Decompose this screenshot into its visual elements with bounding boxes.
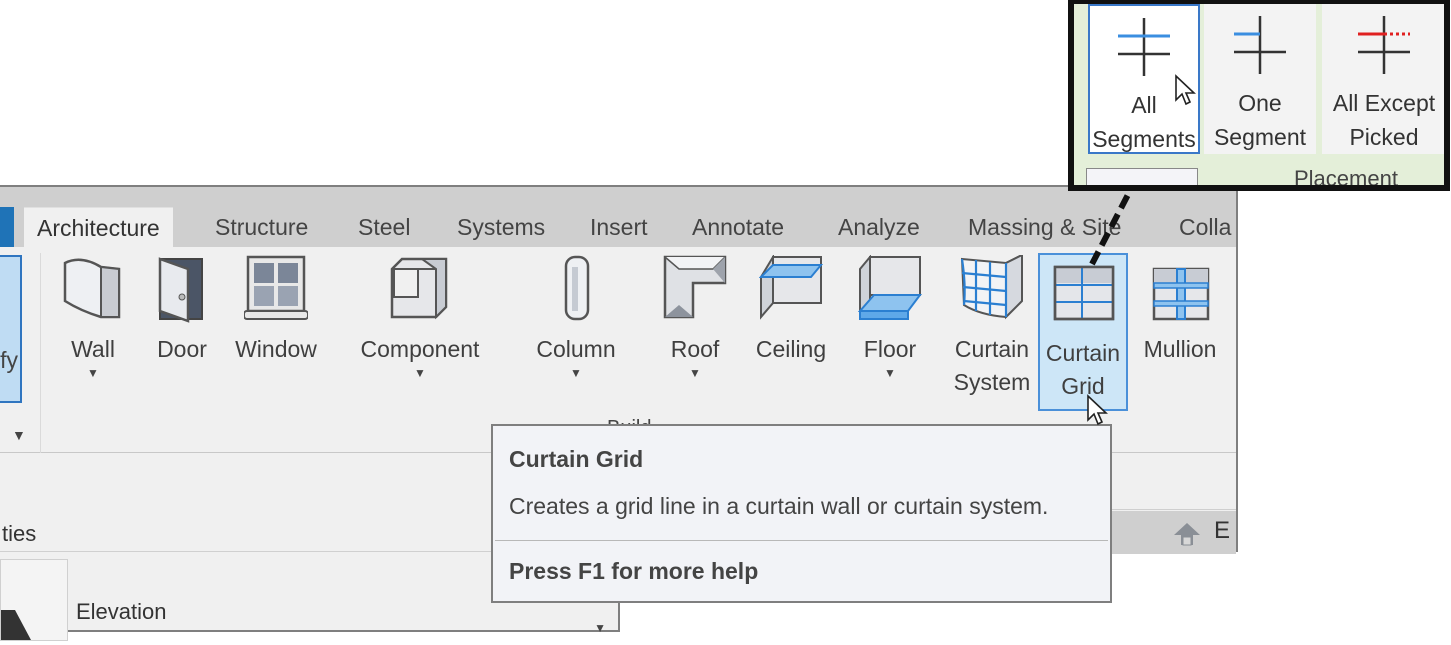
wall-label: Wall [71, 336, 115, 362]
door-icon [150, 255, 214, 323]
column-label: Column [536, 336, 616, 362]
mouse-cursor-icon [1175, 74, 1196, 106]
all-segments-icon [1114, 14, 1174, 78]
curtain-grid-icon [1051, 263, 1115, 331]
roof-button[interactable]: Roof ▼ [660, 247, 730, 380]
curtain-grid-label: Curtain Grid [1045, 340, 1121, 399]
curtain-system-label: Curtain System [953, 336, 1031, 395]
window-icon [243, 255, 309, 323]
type-preview-thumbnail [0, 559, 68, 641]
wall-dropdown-caret[interactable]: ▼ [58, 366, 128, 380]
mullion-label: Mullion [1143, 336, 1217, 362]
panel-separator [40, 253, 41, 453]
curtain-grid-tooltip: Curtain Grid Creates a grid line in a cu… [491, 424, 1112, 603]
one-segment-button[interactable]: One Segment [1204, 4, 1316, 154]
roof-dropdown-caret[interactable]: ▼ [660, 366, 730, 380]
tab-systems[interactable]: Systems [444, 207, 558, 247]
ribbon-tab-bar: Architecture Structure Steel Systems Ins… [0, 187, 1236, 248]
curtain-system-icon [960, 253, 1024, 323]
tooltip-separator [495, 540, 1108, 541]
component-dropdown-caret[interactable]: ▼ [350, 366, 490, 380]
placement-callout-inset: All Segments One Segment All Except Picked … [1068, 0, 1450, 191]
tab-steel[interactable]: Steel [345, 207, 423, 247]
roof-label: Roof [670, 336, 720, 362]
door-label: Door [157, 336, 207, 362]
ribbon-panel: fy ▼ Wall ▼ Door Window Component ▼ Colu… [0, 247, 1236, 453]
type-selector-value[interactable]: Elevation [76, 599, 167, 625]
wall-icon [61, 255, 125, 323]
modify-button[interactable]: fy [0, 255, 22, 403]
all-except-picked-icon [1354, 12, 1414, 76]
tab-insert[interactable]: Insert [577, 207, 661, 247]
floor-icon [857, 254, 922, 323]
ceiling-icon [758, 253, 824, 323]
tab-analyze[interactable]: Analyze [825, 207, 933, 247]
properties-title: ties [2, 521, 37, 546]
type-selector-dropdown-caret[interactable]: ▼ [594, 621, 606, 635]
placement-field [1086, 168, 1198, 185]
all-except-picked-label: All Except Picked [1332, 90, 1436, 150]
component-button[interactable]: Component ▼ [350, 247, 490, 380]
door-button[interactable]: Door [150, 247, 214, 366]
tooltip-description: Creates a grid line in a curtain wall or… [509, 493, 1049, 519]
curtain-system-button[interactable]: Curtain System [948, 247, 1036, 399]
wall-button[interactable]: Wall ▼ [58, 247, 128, 380]
placement-panel-label: Placement [1294, 166, 1398, 191]
mouse-cursor-icon [1087, 394, 1108, 426]
tab-structure[interactable]: Structure [202, 207, 321, 247]
curtain-grid-button[interactable]: Curtain Grid [1038, 253, 1128, 411]
modify-label: fy [0, 347, 18, 373]
properties-collapsed-label: E [1213, 517, 1230, 544]
one-segment-label: One Segment [1213, 90, 1307, 150]
ceiling-label: Ceiling [755, 336, 827, 362]
component-icon [388, 255, 452, 323]
component-label: Component [360, 336, 480, 362]
tooltip-help-hint: Press F1 for more help [509, 558, 759, 584]
home-icon[interactable] [1172, 521, 1202, 547]
floor-dropdown-caret[interactable]: ▼ [854, 366, 926, 380]
column-icon [544, 255, 608, 323]
tab-annotate[interactable]: Annotate [679, 207, 797, 247]
all-except-picked-button[interactable]: All Except Picked [1322, 4, 1444, 154]
ceiling-button[interactable]: Ceiling [750, 247, 832, 366]
tab-architecture[interactable]: Architecture [24, 207, 173, 248]
tooltip-title: Curtain Grid [509, 446, 644, 472]
column-button[interactable]: Column ▼ [530, 247, 622, 380]
window-button[interactable]: Window [226, 247, 326, 366]
roof-icon [663, 255, 727, 323]
floor-label: Floor [863, 336, 917, 362]
select-dropdown-caret[interactable]: ▼ [12, 427, 26, 443]
one-segment-icon [1230, 12, 1290, 76]
column-dropdown-caret[interactable]: ▼ [530, 366, 622, 380]
tab-collaborate[interactable]: Colla [1166, 207, 1244, 247]
floor-button[interactable]: Floor ▼ [854, 247, 926, 380]
window-label: Window [235, 336, 317, 362]
tab-file[interactable] [0, 207, 14, 247]
